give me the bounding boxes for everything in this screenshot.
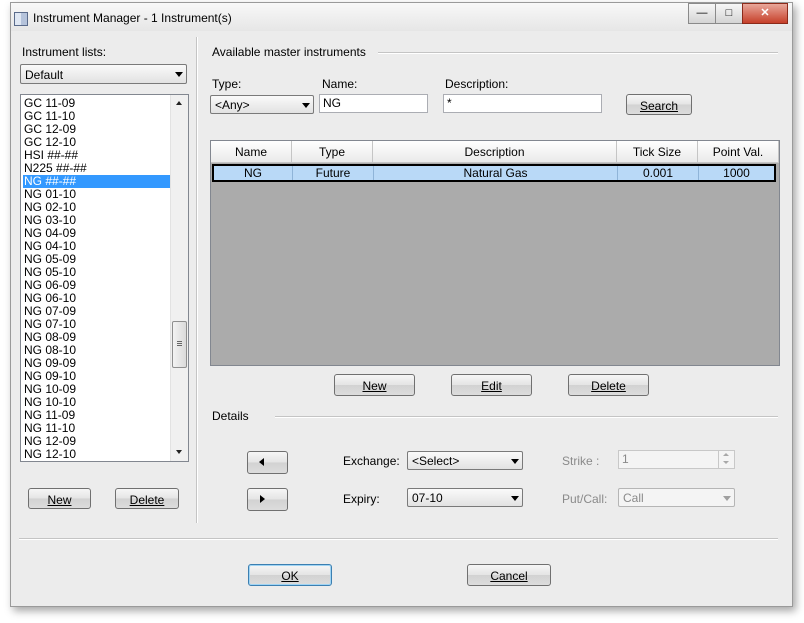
- description-input[interactable]: *: [443, 94, 602, 113]
- arrow-left-icon: [259, 458, 264, 466]
- list-new-button[interactable]: New: [28, 488, 91, 509]
- ok-button[interactable]: OK: [248, 564, 332, 586]
- putcall-combo[interactable]: Call: [618, 488, 735, 507]
- exchange-label: Exchange:: [343, 454, 400, 468]
- instrument-list[interactable]: GC 11-09 GC 11-10 GC 12-09 GC 12-10 HSI ##-#…: [20, 94, 189, 462]
- spin-down-icon[interactable]: [723, 461, 729, 464]
- table-row[interactable]: NG Future Natural Gas 0.001 1000: [212, 164, 776, 182]
- chevron-down-icon: [723, 496, 731, 501]
- column-header-type[interactable]: Type: [292, 141, 373, 163]
- window-title: Instrument Manager - 1 Instrument(s): [33, 11, 232, 25]
- expiry-combo[interactable]: 07-10: [407, 488, 523, 507]
- list-delete-label: Delete: [129, 493, 165, 507]
- cancel-label: Cancel: [490, 569, 528, 583]
- master-edit-label: Edit: [481, 379, 502, 393]
- list-scrollbar[interactable]: [170, 95, 188, 461]
- master-new-label: New: [362, 379, 387, 393]
- chevron-down-icon: [302, 103, 310, 108]
- expiry-label: Expiry:: [343, 492, 380, 506]
- strike-label: Strike :: [562, 454, 600, 468]
- cell-description: Natural Gas: [374, 166, 618, 180]
- search-button[interactable]: Search: [626, 94, 692, 115]
- column-header-name[interactable]: Name: [211, 141, 292, 163]
- cell-type: Future: [293, 166, 374, 180]
- cell-point-value: 1000: [699, 166, 774, 180]
- ok-label: OK: [281, 569, 299, 583]
- putcall-label: Put/Call:: [562, 492, 608, 506]
- master-group-line: [378, 52, 778, 54]
- instrument-lists-combo-value: Default: [25, 68, 64, 82]
- type-label: Type:: [212, 77, 242, 91]
- search-label: Search: [639, 99, 679, 113]
- details-group-label: Details: [212, 409, 249, 423]
- list-delete-button[interactable]: Delete: [115, 488, 179, 509]
- column-header-point-value[interactable]: Point Val.: [698, 141, 779, 163]
- strike-input[interactable]: 1: [618, 450, 735, 469]
- maximize-button[interactable]: □: [715, 3, 743, 24]
- strike-value: 1: [622, 452, 629, 466]
- chevron-down-icon: [175, 72, 183, 77]
- grip-line: [177, 343, 182, 344]
- panel-divider: [196, 37, 198, 523]
- footer-separator: [19, 538, 778, 540]
- type-combo-value: <Any>: [215, 98, 250, 112]
- putcall-combo-value: Call: [623, 491, 644, 505]
- type-combo[interactable]: <Any>: [210, 95, 314, 114]
- details-group-line: [275, 416, 778, 418]
- description-label: Description:: [445, 77, 509, 91]
- column-header-description[interactable]: Description: [373, 141, 617, 163]
- title-bar[interactable]: Instrument Manager - 1 Instrument(s) — □…: [11, 3, 792, 31]
- chevron-down-icon: [511, 496, 519, 501]
- grip-line: [177, 341, 182, 342]
- instrument-lists-label: Instrument lists:: [22, 45, 107, 59]
- app-icon: [14, 12, 28, 26]
- master-group-label: Available master instruments: [212, 45, 366, 59]
- master-edit-button[interactable]: Edit: [451, 374, 532, 396]
- list-item[interactable]: NG 12-10: [23, 448, 170, 461]
- master-new-button[interactable]: New: [334, 374, 415, 396]
- master-delete-label: Delete: [591, 379, 626, 393]
- scroll-thumb[interactable]: [172, 321, 187, 368]
- next-button[interactable]: [247, 488, 288, 511]
- previous-button[interactable]: [247, 451, 288, 474]
- scroll-up-icon[interactable]: [176, 101, 182, 105]
- instrument-lists-combo[interactable]: Default: [20, 64, 187, 84]
- cell-name: NG: [214, 166, 293, 180]
- grip-line: [177, 345, 182, 346]
- cancel-button[interactable]: Cancel: [467, 564, 551, 586]
- instrument-manager-window: Instrument Manager - 1 Instrument(s) — □…: [10, 2, 793, 607]
- name-label: Name:: [322, 77, 358, 91]
- spin-up-icon[interactable]: [723, 453, 729, 456]
- minimize-button[interactable]: —: [688, 3, 716, 24]
- expiry-combo-value: 07-10: [412, 491, 443, 505]
- exchange-combo[interactable]: <Select>: [407, 451, 523, 470]
- arrow-right-icon: [260, 495, 265, 503]
- cell-tick-size: 0.001: [618, 166, 699, 180]
- chevron-down-icon: [511, 459, 519, 464]
- strike-spinner[interactable]: [718, 451, 734, 468]
- master-delete-button[interactable]: Delete: [568, 374, 649, 396]
- column-header-tick-size[interactable]: Tick Size: [617, 141, 698, 163]
- scroll-down-icon[interactable]: [176, 450, 182, 454]
- list-new-label: New: [47, 493, 72, 507]
- exchange-combo-value: <Select>: [412, 454, 460, 468]
- close-button[interactable]: ✕: [742, 3, 788, 24]
- master-instruments-grid[interactable]: Name Type Description Tick Size Point Va…: [210, 140, 780, 366]
- name-input[interactable]: NG: [319, 94, 428, 113]
